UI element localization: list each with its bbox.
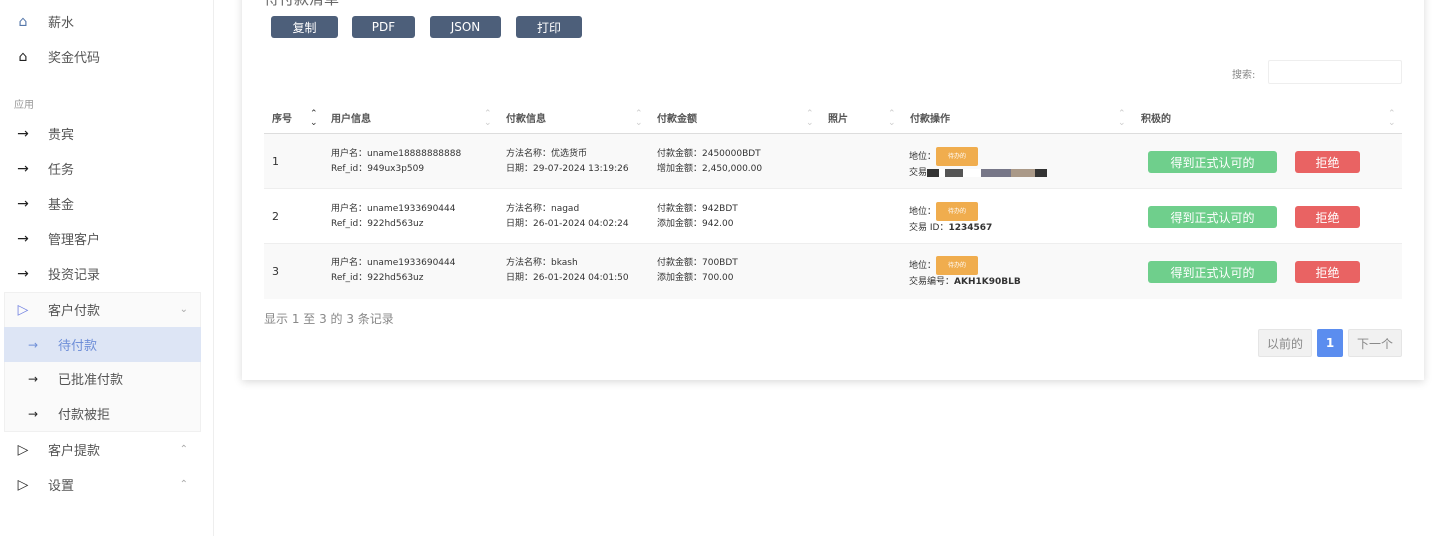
row-seq: 1 (272, 155, 279, 168)
table-info: 显示 1 至 3 的 3 条记录 (264, 312, 394, 326)
sort-icon[interactable]: ⌃ ⌄ (310, 110, 318, 128)
reject-button[interactable]: 拒绝 (1295, 151, 1360, 173)
sidebar-item-customer-withdrawals[interactable]: ▷ 客户提款 ⌃ (0, 432, 200, 467)
sidebar-item-manage-customers[interactable]: → 管理客户 (0, 221, 200, 256)
sort-icon[interactable]: ⌃ ⌄ (888, 110, 896, 128)
search-input[interactable] (1268, 60, 1402, 84)
print-button[interactable]: 打印 (516, 16, 582, 38)
table-row: 3 用户名：uname1933690444 Ref_id：922hd563uz 方… (264, 244, 1402, 299)
column-header-active[interactable]: 积极的 (1141, 110, 1171, 125)
sidebar-item-salary[interactable]: ⌂ 薪水 (0, 4, 200, 39)
payment-info: 方法名称：nagad 日期：26-01-2024 04:02:24 (506, 204, 629, 229)
arrow-right-icon: → (17, 230, 29, 247)
sort-icon[interactable]: ⌃ ⌄ (484, 110, 492, 128)
approve-button[interactable]: 得到正式认可的 (1148, 151, 1277, 173)
status-badge: 待办的 (936, 147, 979, 166)
sort-icon[interactable]: ⌃ ⌄ (806, 110, 814, 128)
approve-button[interactable]: 得到正式认可的 (1148, 261, 1277, 283)
approve-button[interactable]: 得到正式认可的 (1148, 206, 1277, 228)
column-header-payment-info[interactable]: 付款信息 (506, 110, 546, 125)
sort-icon[interactable]: ⌃ ⌄ (635, 110, 643, 128)
payment-action: 地位： 待办的 交易 ID：1234567 (909, 202, 992, 236)
sidebar-item-customer-payments[interactable]: ▷ 客户付款 ⌄ (0, 292, 200, 327)
user-info: 用户名：uname1933690444 Ref_id：922hd563uz (331, 204, 456, 229)
redacted-transaction-id (927, 168, 1048, 177)
play-outline-icon: ▷ (17, 441, 29, 458)
json-button[interactable]: JSON (430, 16, 501, 38)
chevron-up-icon: ⌃ (179, 479, 188, 490)
sidebar-item-bonus-code[interactable]: ⌂ 奖金代码 (0, 39, 200, 74)
home-icon: ⌂ (18, 48, 28, 65)
salary-home-icon: ⌂ (18, 13, 28, 30)
sidebar-item-pending-payments[interactable]: → 待付款 (4, 327, 201, 362)
sidebar-item-settings[interactable]: ▷ 设置 ⌃ (0, 467, 200, 502)
pdf-button[interactable]: PDF (352, 16, 415, 38)
reject-button[interactable]: 拒绝 (1295, 261, 1360, 283)
arrow-right-icon: → (27, 371, 39, 386)
search-label: 搜索: (1232, 70, 1256, 81)
pagination-page-1[interactable]: 1 (1317, 329, 1343, 357)
payment-info: 方法名称：bkash 日期：26-01-2024 04:01:50 (506, 258, 629, 283)
row-seq: 3 (272, 265, 279, 278)
column-header-photo[interactable]: 照片 (828, 110, 848, 125)
sidebar-item-vip[interactable]: → 贵宾 (0, 116, 200, 151)
sidebar-item-investment-records[interactable]: → 投资记录 (0, 256, 200, 291)
sidebar-item-tasks[interactable]: → 任务 (0, 151, 200, 186)
chevron-down-icon: ⌄ (179, 304, 188, 315)
column-header-user-info[interactable]: 用户信息 (331, 110, 371, 125)
status-badge: 待办的 (936, 256, 979, 275)
sort-icon[interactable]: ⌃ ⌄ (1388, 110, 1396, 128)
copy-button[interactable]: 复制 (271, 16, 338, 38)
payment-amount: 付款金额：942BDT 添加金额：942.00 (657, 204, 738, 229)
table-row: 1 用户名：uname18888888888 Ref_id：949ux3p509 … (264, 134, 1402, 189)
arrow-right-icon: → (27, 406, 39, 421)
sort-icon[interactable]: ⌃ ⌄ (1118, 110, 1126, 128)
payment-action: 地位： 待办的 交易编号：AKH1K90BLB (909, 256, 1021, 290)
user-info: 用户名：uname18888888888 Ref_id：949ux3p509 (331, 149, 462, 174)
pagination-prev[interactable]: 以前的 (1258, 329, 1312, 357)
status-badge: 待办的 (936, 202, 979, 221)
payment-amount: 付款金额：2450000BDT 增加金额：2,450,000.00 (657, 149, 763, 174)
payment-info: 方法名称：优选货币 日期：29-07-2024 13:19:26 (506, 149, 629, 174)
arrow-right-icon: → (17, 160, 29, 177)
user-info: 用户名：uname1933690444 Ref_id：922hd563uz (331, 258, 456, 283)
sidebar-item-rejected-payments[interactable]: → 付款被拒 (4, 396, 201, 431)
sidebar-item-funds[interactable]: → 基金 (0, 186, 200, 221)
section-label: 应用 (14, 100, 34, 111)
page-title: 待付款清单 (264, 0, 339, 9)
chevron-up-icon: ⌃ (179, 444, 188, 455)
column-header-payment-action[interactable]: 付款操作 (910, 110, 950, 125)
row-seq: 2 (272, 210, 279, 223)
sidebar-item-approved-payments[interactable]: → 已批准付款 (4, 361, 201, 396)
arrow-right-icon: → (27, 337, 39, 352)
pagination-next[interactable]: 下一个 (1348, 329, 1402, 357)
table-row: 2 用户名：uname1933690444 Ref_id：922hd563uz 方… (264, 189, 1402, 244)
column-header-seq[interactable]: 序号 (272, 110, 292, 125)
column-header-amount[interactable]: 付款金额 (657, 110, 697, 125)
arrow-right-icon: → (17, 195, 29, 212)
play-outline-icon: ▷ (17, 476, 29, 493)
sidebar: ⌂ 薪水 ⌂ 奖金代码 应用 → 贵宾 → 任务 → 基金 → 管理客户 → 投资记录 ▷ 客户… (0, 0, 214, 536)
play-outline-icon: ▷ (17, 301, 29, 318)
arrow-right-icon: → (17, 265, 29, 282)
reject-button[interactable]: 拒绝 (1295, 206, 1360, 228)
payment-amount: 付款金额：700BDT 添加金额：700.00 (657, 258, 738, 283)
arrow-right-icon: → (17, 125, 29, 142)
payment-action: 地位： 待办的 交易 (909, 147, 1048, 181)
